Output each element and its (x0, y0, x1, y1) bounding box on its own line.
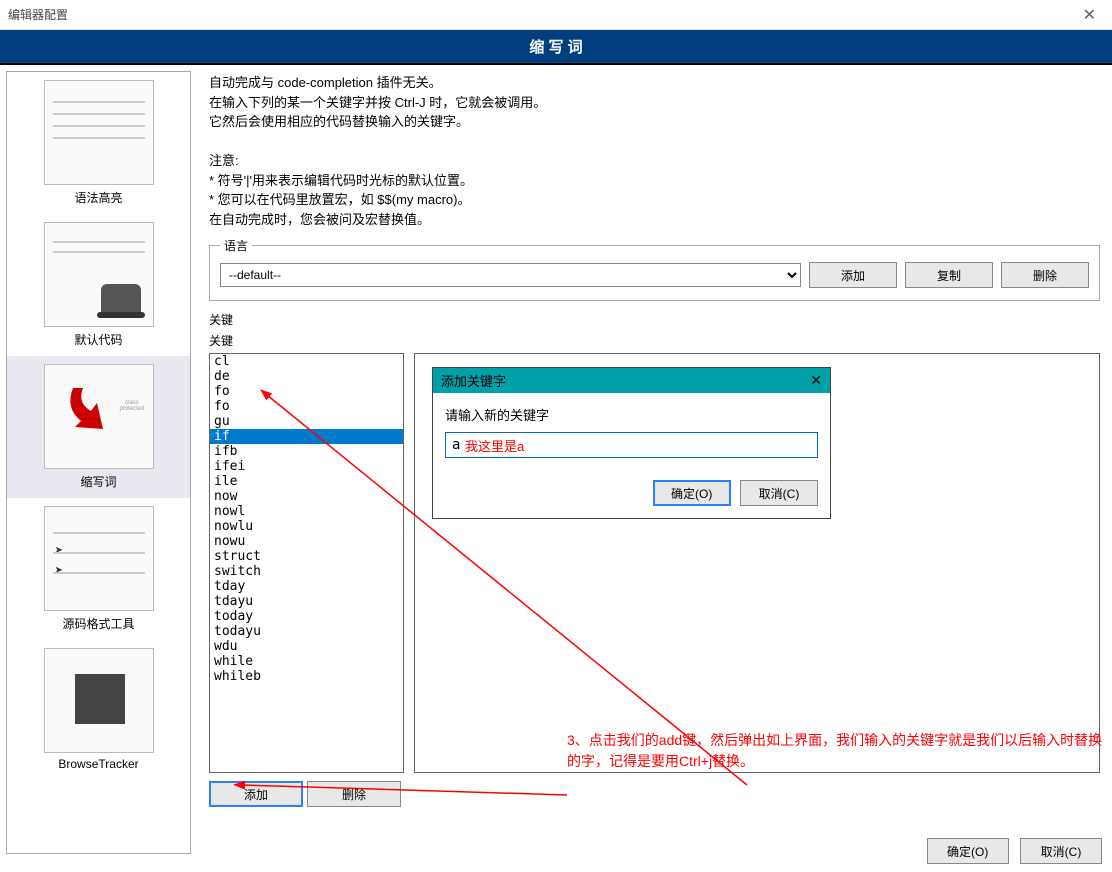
keyword-item[interactable]: while (210, 654, 403, 669)
titlebar: 编辑器配置 ✕ (0, 0, 1112, 30)
lang-delete-button[interactable]: 删除 (1001, 262, 1089, 288)
window-title: 编辑器配置 (8, 6, 68, 23)
banner-title: 缩 写 词 (0, 30, 1112, 65)
cancel-button[interactable]: 取消(C) (1020, 838, 1102, 864)
keyword-item[interactable]: ile (210, 474, 403, 489)
keyword-item[interactable]: todayu (210, 624, 403, 639)
sidebar-item-abbrev[interactable]: classprotected 缩写词 (7, 356, 190, 498)
keyword-item[interactable]: whileb (210, 669, 403, 684)
annotation-text: 3、点击我们的add键，然后弹出如上界面，我们输入的关键字就是我们以后输入时替换… (567, 730, 1107, 772)
dialog-title: 添加关键字 (441, 371, 506, 390)
keyword-item[interactable]: de (210, 369, 403, 384)
keyword-item[interactable]: ifb (210, 444, 403, 459)
keyword-item[interactable]: tday (210, 579, 403, 594)
keyword-item[interactable]: now (210, 489, 403, 504)
footer-buttons: 确定(O) 取消(C) (919, 838, 1102, 864)
sidebar-item-formatter[interactable]: ➤➤ 源码格式工具 (7, 498, 190, 640)
lang-add-button[interactable]: 添加 (809, 262, 897, 288)
sidebar-item-syntax[interactable]: 语法高亮 (7, 72, 190, 214)
language-legend: 语言 (220, 237, 252, 254)
keyword-item[interactable]: switch (210, 564, 403, 579)
keyword-add-button[interactable]: 添加 (209, 781, 303, 807)
dialog-close-icon[interactable]: ✕ (810, 372, 822, 389)
keywords-legend: 关键 (209, 311, 1100, 328)
keyword-item[interactable]: nowl (210, 504, 403, 519)
code-legend: 关键 (209, 332, 1100, 349)
keyword-delete-button[interactable]: 删除 (307, 781, 401, 807)
keyword-listbox[interactable]: cldefofoguififbifeiilenownowlnowlunowust… (209, 353, 404, 773)
dialog-cancel-button[interactable]: 取消(C) (740, 480, 818, 506)
description-text: 自动完成与 code-completion 插件无关。 在输入下列的某一个关键字… (209, 73, 1100, 229)
keyword-item[interactable]: nowlu (210, 519, 403, 534)
keyword-item[interactable]: tdayu (210, 594, 403, 609)
sidebar-item-browsetracker[interactable]: BrowseTracker (7, 640, 190, 779)
add-keyword-dialog: 添加关键字 ✕ 请输入新的关键字 我这里是a 确定(O) 取消(C) (432, 367, 831, 519)
keyword-item[interactable]: ifei (210, 459, 403, 474)
sidebar-item-default-code[interactable]: 默认代码 (7, 214, 190, 356)
keyword-item[interactable]: today (210, 609, 403, 624)
keyword-item[interactable]: nowu (210, 534, 403, 549)
input-annotation: 我这里是a (465, 436, 524, 455)
dialog-ok-button[interactable]: 确定(O) (653, 480, 731, 506)
keyword-item[interactable]: cl (210, 354, 403, 369)
close-icon[interactable]: ✕ (1075, 5, 1104, 25)
dialog-label: 请输入新的关键字 (445, 405, 818, 424)
keyword-item[interactable]: struct (210, 549, 403, 564)
keyword-item[interactable]: fo (210, 384, 403, 399)
sidebar: 语法高亮 默认代码 classprotected 缩写词 ➤➤ 源码格式工具 B… (6, 71, 191, 854)
keyword-item[interactable]: gu (210, 414, 403, 429)
keyword-item[interactable]: fo (210, 399, 403, 414)
lang-copy-button[interactable]: 复制 (905, 262, 993, 288)
keyword-item[interactable]: if (210, 429, 403, 444)
keyword-item[interactable]: wdu (210, 639, 403, 654)
language-group: 语言 --default-- 添加 复制 删除 (209, 237, 1100, 301)
language-select[interactable]: --default-- (220, 263, 801, 287)
ok-button[interactable]: 确定(O) (927, 838, 1009, 864)
